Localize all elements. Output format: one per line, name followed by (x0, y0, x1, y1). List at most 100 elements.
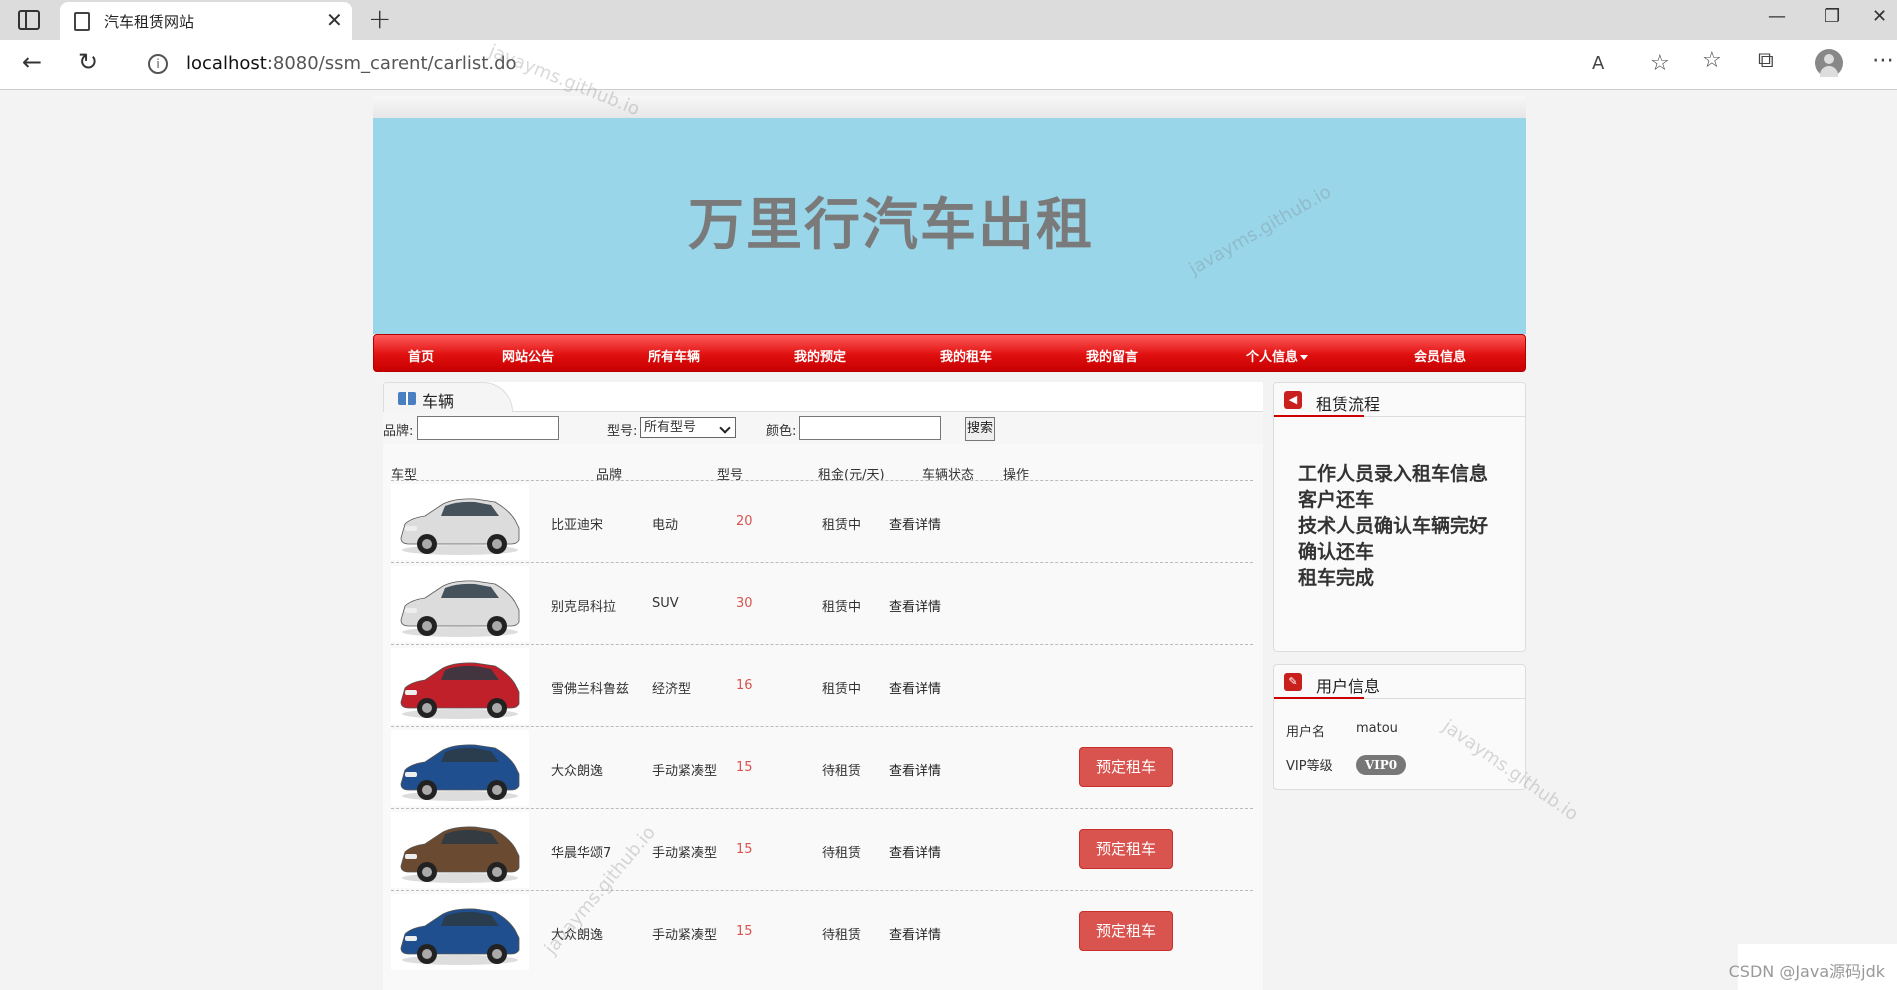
rent-cell: 15 (736, 842, 753, 857)
process-step: 确认还车 (1298, 541, 1375, 563)
read-aloud-icon[interactable]: A (1592, 53, 1604, 74)
model-cell: 手动紧凑型 (652, 764, 718, 779)
status-cell: 租赁中 (822, 518, 862, 533)
brand-cell: 大众朗逸 (551, 764, 604, 779)
favorite-add-icon[interactable]: ☆ (1650, 51, 1670, 76)
url-bar[interactable]: i localhost:8080/ssm_carent/carlist.do A… (124, 45, 1679, 83)
process-steps: 工作人员录入租车信息 客户还车 技术人员确认车辆完好 确认还车 租车完成 (1298, 461, 1488, 591)
status-cell: 待租赁 (822, 846, 862, 861)
book-car-button[interactable]: 预定租车 (1079, 829, 1173, 869)
vehicle-table: 车型 品牌 型号 租金(元/天) 车辆状态 操作 比亚迪宋 电动 20 租赁中 查看详情… (383, 444, 1263, 990)
top-strip (373, 96, 1526, 118)
tab-title: 汽车租赁网站 (104, 13, 195, 31)
brand-cell: 大众朗逸 (551, 928, 604, 943)
tab-vehicles-label: 车辆 (422, 392, 455, 411)
model-cell: SUV (652, 596, 679, 611)
page: 万里行汽车出租 首页 网站公告 所有车辆 我的预定 我的租车 我的留言 个人信息… (373, 90, 1526, 990)
table-row: 大众朗逸 手动紧凑型 15 待租赁 查看详情 预定租车 (391, 890, 1253, 972)
username-value: matou (1356, 721, 1398, 736)
view-details-link[interactable]: 查看详情 (889, 596, 941, 615)
rent-cell: 16 (736, 678, 753, 693)
footer-watermark-box: CSDN @Java源码jdk (1729, 944, 1897, 990)
refresh-icon[interactable]: ↻ (78, 48, 98, 76)
nav-announcements[interactable]: 网站公告 (502, 346, 554, 365)
view-details-link[interactable]: 查看详情 (889, 842, 941, 861)
url-text[interactable]: localhost:8080/ssm_carent/carlist.do (186, 53, 517, 74)
view-details-link[interactable]: 查看详情 (889, 924, 941, 943)
vip-label: VIP等级 (1286, 759, 1333, 774)
view-details-link[interactable]: 查看详情 (889, 760, 941, 779)
model-cell: 经济型 (652, 682, 692, 697)
user-title: 用户信息 (1316, 677, 1381, 696)
search-button[interactable]: 搜索 (965, 417, 995, 441)
brand-input[interactable] (417, 416, 559, 440)
rent-cell: 15 (736, 760, 753, 775)
close-window-button[interactable]: ✕ (1872, 6, 1887, 27)
nav-my-rentals[interactable]: 我的租车 (940, 346, 992, 365)
banner: 万里行汽车出租 (373, 118, 1526, 334)
model-cell: 电动 (652, 518, 679, 533)
site-info-icon[interactable]: i (148, 54, 168, 74)
site-title: 万里行汽车出租 (688, 193, 1094, 258)
nav-personal-info[interactable]: 个人信息 (1246, 346, 1309, 365)
brand-cell: 别克昂科拉 (551, 600, 617, 615)
user-panel: ✎ 用户信息 用户名 matou VIP等级 VIP0 (1273, 664, 1526, 790)
process-panel: ◀ 租赁流程 工作人员录入租车信息 客户还车 技术人员确认车辆完好 确认还车 租… (1273, 382, 1526, 652)
brand-cell: 比亚迪宋 (551, 518, 604, 533)
view-details-link[interactable]: 查看详情 (889, 514, 941, 533)
book-car-button[interactable]: 预定租车 (1079, 747, 1173, 787)
color-input[interactable] (799, 416, 941, 440)
tab-vehicles[interactable]: 车辆 (383, 382, 513, 412)
brand-cell: 华晨华颂7 (551, 846, 612, 861)
view-details-link[interactable]: 查看详情 (889, 678, 941, 697)
book-car-button[interactable]: 预定租车 (1079, 911, 1173, 951)
color-label: 颜色: (766, 424, 797, 439)
process-step: 工作人员录入租车信息 (1298, 463, 1489, 485)
model-cell: 手动紧凑型 (652, 846, 718, 861)
model-cell: 手动紧凑型 (652, 928, 718, 943)
tab-actions-icon[interactable] (18, 10, 40, 30)
status-cell: 租赁中 (822, 600, 862, 615)
panel-tab-bar: 车辆 (383, 382, 1263, 412)
nav-all-cars[interactable]: 所有车辆 (648, 346, 700, 365)
edit-icon: ✎ (1284, 673, 1302, 691)
close-tab-icon[interactable]: ✕ (326, 8, 343, 32)
rent-cell: 20 (736, 514, 753, 529)
process-header: ◀ 租赁流程 (1274, 383, 1525, 417)
back-icon[interactable]: ← (22, 48, 42, 76)
collections-icon[interactable]: ⧉ (1758, 48, 1774, 73)
nav-home[interactable]: 首页 (408, 346, 434, 365)
table-row: 大众朗逸 手动紧凑型 15 待租赁 查看详情 预定租车 (391, 726, 1253, 808)
status-cell: 待租赁 (822, 764, 862, 779)
rent-cell: 30 (736, 596, 753, 611)
car-image (391, 730, 529, 806)
vip-badge: VIP0 (1356, 755, 1406, 775)
browser-tab-strip: 汽车租赁网站 ✕ + — ❐ ✕ (0, 0, 1897, 40)
car-image (391, 566, 529, 642)
table-row: 别克昂科拉 SUV 30 租赁中 查看详情 (391, 562, 1253, 644)
search-bar: 品牌: 型号: 所有型号 颜色: 搜索 (383, 412, 1263, 444)
browser-tab[interactable]: 汽车租赁网站 ✕ (60, 2, 352, 40)
table-row: 雪佛兰科鲁兹 经济型 16 租赁中 查看详情 (391, 644, 1253, 726)
footer-watermark: CSDN @Java源码jdk (1728, 962, 1885, 981)
minimize-button[interactable]: — (1768, 6, 1786, 27)
nav-my-messages[interactable]: 我的留言 (1086, 346, 1138, 365)
table-row: 华晨华颂7 手动紧凑型 15 待租赁 查看详情 预定租车 (391, 808, 1253, 890)
car-image (391, 648, 529, 724)
process-step: 技术人员确认车辆完好 (1298, 515, 1489, 537)
dropdown-caret-icon (1300, 355, 1309, 360)
more-icon[interactable]: ⋯ (1872, 48, 1894, 73)
favorites-icon[interactable]: ☆ (1702, 48, 1722, 73)
car-image (391, 484, 529, 560)
brand-label: 品牌: (383, 424, 414, 439)
profile-avatar[interactable] (1815, 49, 1843, 77)
page-icon (74, 12, 90, 31)
restore-button[interactable]: ❐ (1824, 6, 1840, 27)
table-row: 比亚迪宋 电动 20 租赁中 查看详情 (391, 480, 1253, 562)
user-header: ✎ 用户信息 (1274, 665, 1525, 699)
nav-my-bookings[interactable]: 我的预定 (794, 346, 846, 365)
car-image (391, 812, 529, 888)
model-select[interactable]: 所有型号 (640, 417, 736, 438)
nav-member-info[interactable]: 会员信息 (1414, 346, 1466, 365)
new-tab-button[interactable]: + (368, 2, 391, 35)
